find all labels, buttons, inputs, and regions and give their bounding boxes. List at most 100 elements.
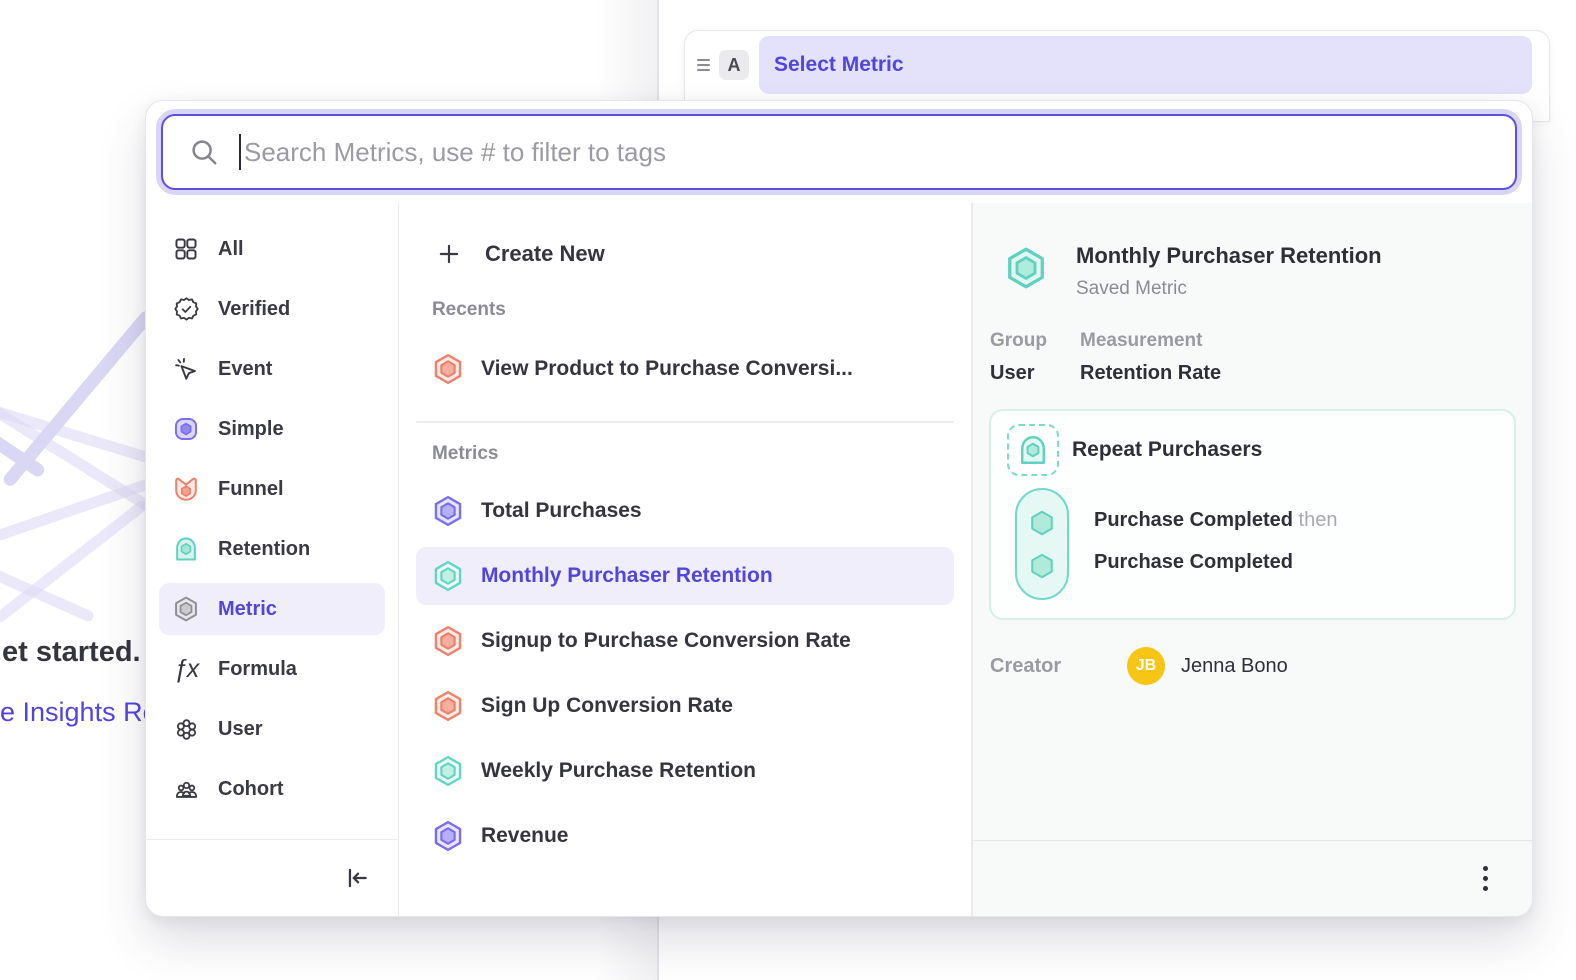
cohort-people-icon [171,774,201,804]
detail-info: Group User Measurement Retention Rate [989,330,1516,385]
sidebar-item-metric[interactable]: Metric [159,583,385,635]
recent-metric-label: View Product to Purchase Conversi... [481,357,853,381]
event-sequence-capsule [1015,488,1069,600]
sidebar-item-label: Cohort [218,778,284,801]
metric-row[interactable]: Weekly Purchase Retention [416,742,954,800]
sidebar-item-label: Retention [218,538,310,561]
screen: et started. e Insights Re A Select Metri… [0,0,1576,980]
detail-header: Monthly Purchaser Retention Saved Metric [989,243,1516,300]
more-options-icon[interactable] [1477,860,1494,897]
metric-hexagon-icon [171,594,201,624]
metric-row[interactable]: Total Purchases [416,482,954,540]
select-metric-label: Select Metric [774,53,904,77]
grid-icon [171,234,201,264]
metric-row-selected[interactable]: Monthly Purchaser Retention [416,547,954,605]
sidebar-item-label: Verified [218,298,290,321]
sidebar-item-all[interactable]: All [159,223,385,275]
creator-avatar: JB [1127,647,1165,685]
sidebar-footer [146,839,398,916]
metric-row-label: Total Purchases [481,499,642,523]
retention-metric-hexagon-icon [431,754,465,788]
sidebar-item-label: Simple [218,418,284,441]
metric-row-label: Signup to Purchase Conversion Rate [481,629,851,653]
sidebar-item-formula[interactable]: ƒx Formula [159,643,385,695]
measurement-label: Measurement [1080,330,1221,352]
creator-name: Jenna Bono [1181,655,1288,678]
funnel-icon [171,474,201,504]
recents-section-label: Recents [432,299,954,321]
series-a-badge[interactable]: A [719,50,749,80]
definition-connector: then [1299,509,1338,531]
creator-label: Creator [990,655,1127,678]
verified-badge-icon [171,294,201,324]
detail-title: Monthly Purchaser Retention [1076,243,1382,269]
sidebar-item-simple[interactable]: Simple [159,403,385,455]
drag-handle-icon[interactable] [693,59,713,71]
create-new-button[interactable]: Create New [416,231,954,277]
definition-step-1: Purchase Completed then [1094,509,1337,532]
sidebar-item-label: All [218,238,244,261]
metric-detail-panel: Monthly Purchaser Retention Saved Metric… [972,203,1532,916]
retention-definition-icon [1007,424,1059,476]
metric-row[interactable]: Signup to Purchase Conversion Rate [416,612,954,670]
event-cursor-icon [171,354,201,384]
metric-row[interactable]: Revenue [416,807,954,865]
group-label: Group [990,330,1080,352]
metric-row-label: Monthly Purchaser Retention [481,564,773,588]
search-area [146,101,1532,203]
funnel-metric-hexagon-icon [431,624,465,658]
sidebar-item-label: Funnel [218,478,284,501]
definition-step-2: Purchase Completed [1094,551,1337,574]
retention-metric-hexagon-icon [431,559,465,593]
search-field[interactable] [161,114,1517,190]
modal-body: All Verified [146,203,1532,916]
metric-row-label: Sign Up Conversion Rate [481,694,733,718]
detail-subtitle: Saved Metric [1076,278,1382,300]
retention-icon [171,534,201,564]
retention-metric-hexagon-icon [1003,245,1049,291]
create-new-label: Create New [485,241,605,267]
metric-picker-modal: All Verified [145,100,1533,917]
creator-row: Creator JB Jenna Bono [989,647,1516,685]
sidebar-item-label: Event [218,358,272,381]
sidebar-item-funnel[interactable]: Funnel [159,463,385,515]
user-cluster-icon [171,714,201,744]
insights-report-link[interactable]: e Insights Re [0,697,158,728]
metric-list-panel: Create New Recents View Product to Purch… [399,203,972,916]
sidebar-item-user[interactable]: User [159,703,385,755]
event-hexagon-icon [1027,508,1057,538]
category-sidebar: All Verified [146,203,399,916]
section-divider [416,421,954,423]
sidebar-item-label: User [218,718,262,741]
simple-metric-hexagon-icon [431,494,465,528]
metric-row[interactable]: Sign Up Conversion Rate [416,677,954,735]
group-value: User [990,362,1080,385]
metric-row-label: Revenue [481,824,569,848]
metric-definition-card: Repeat Purchasers Purchase Completed the… [989,409,1516,620]
simple-metric-icon [171,414,201,444]
sidebar-item-event[interactable]: Event [159,343,385,395]
collapse-icon [344,865,370,891]
search-input[interactable] [244,137,1495,168]
formula-fx-icon: ƒx [171,654,201,684]
sidebar-item-verified[interactable]: Verified [159,283,385,335]
sidebar-item-cohort[interactable]: Cohort [159,763,385,815]
simple-metric-hexagon-icon [431,819,465,853]
definition-title: Repeat Purchasers [1072,438,1262,462]
sidebar-item-label: Formula [218,658,297,681]
plus-icon [432,237,466,271]
funnel-metric-hexagon-icon [431,352,465,386]
sidebar-item-label: Metric [218,598,277,621]
funnel-metric-hexagon-icon [431,689,465,723]
metrics-list: Total Purchases Monthly Purchaser Retent… [416,482,954,865]
metric-row-label: Weekly Purchase Retention [481,759,756,783]
collapse-sidebar-button[interactable] [344,865,370,891]
search-icon [189,137,219,167]
event-hexagon-icon [1027,551,1057,581]
metrics-section-label: Metrics [432,443,954,465]
recent-metric-row[interactable]: View Product to Purchase Conversi... [416,340,954,398]
measurement-value: Retention Rate [1080,362,1221,385]
select-metric-button[interactable]: Select Metric [759,36,1532,94]
sidebar-item-retention[interactable]: Retention [159,523,385,575]
detail-footer [973,840,1532,916]
